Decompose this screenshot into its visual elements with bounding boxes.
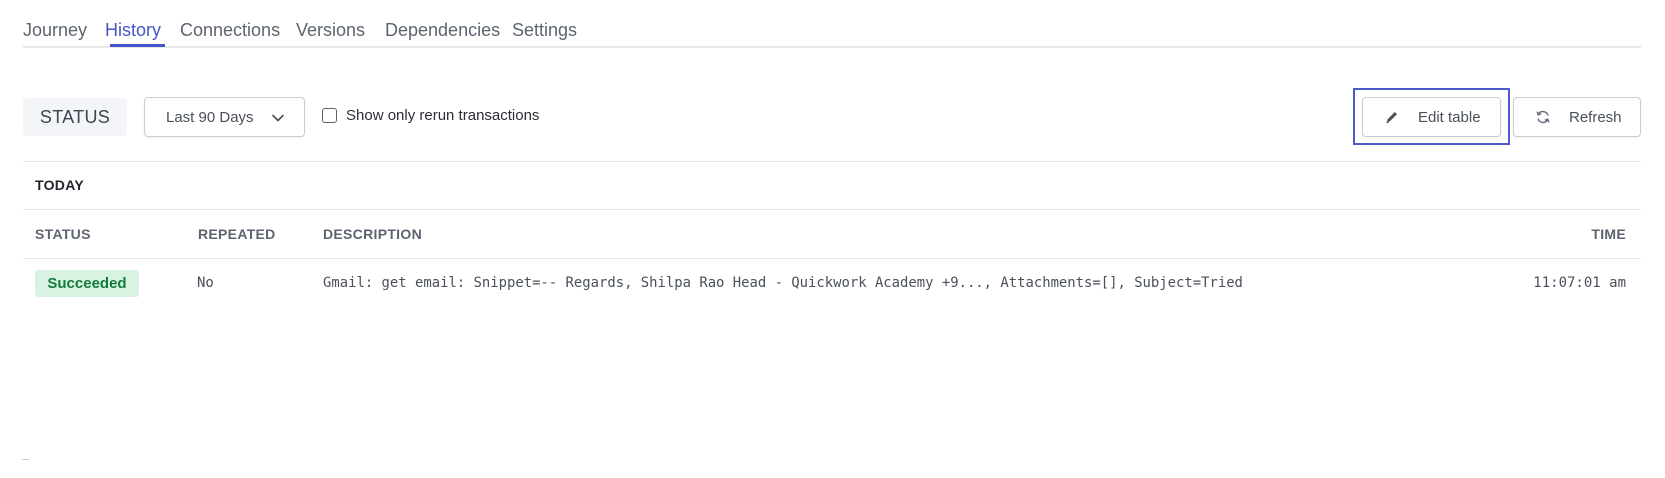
tab-connections[interactable]: Connections (180, 20, 280, 41)
refresh-button[interactable]: Refresh (1513, 97, 1641, 137)
rerun-checkbox[interactable] (322, 108, 337, 123)
group-heading: TODAY (35, 177, 84, 193)
time-cell: 11:07:01 am (1533, 275, 1626, 291)
divider (22, 459, 29, 460)
divider (23, 161, 1641, 162)
tab-dependencies[interactable]: Dependencies (385, 20, 500, 41)
divider (23, 209, 1641, 210)
active-tab-indicator (110, 44, 165, 47)
edit-table-button[interactable]: Edit table (1362, 97, 1501, 137)
chevron-down-icon (272, 111, 284, 123)
repeated-cell: No (197, 275, 214, 291)
description-cell: Gmail: get email: Snippet=-- Regards, Sh… (323, 275, 1243, 291)
date-range-dropdown[interactable]: Last 90 Days (144, 97, 305, 137)
tab-settings[interactable]: Settings (512, 20, 577, 41)
status-badge: Succeeded (35, 270, 139, 297)
column-header-status[interactable]: STATUS (35, 226, 91, 242)
refresh-label: Refresh (1569, 108, 1622, 126)
tab-bar: Journey History Connections Versions Dep… (23, 0, 1641, 48)
divider (23, 258, 1641, 259)
column-header-description[interactable]: DESCRIPTION (323, 226, 422, 242)
tab-history[interactable]: History (105, 20, 161, 41)
column-header-repeated[interactable]: REPEATED (198, 226, 276, 242)
column-header-time[interactable]: TIME (1591, 226, 1626, 242)
rerun-checkbox-label: Show only rerun transactions (346, 107, 540, 124)
tab-journey[interactable]: Journey (23, 20, 87, 41)
date-range-value: Last 90 Days (166, 108, 254, 126)
pencil-icon (1384, 109, 1400, 125)
rerun-filter[interactable]: Show only rerun transactions (322, 107, 539, 124)
edit-table-label: Edit table (1418, 108, 1481, 126)
refresh-icon (1535, 109, 1551, 125)
status-filter-chip[interactable]: STATUS (23, 98, 127, 136)
tab-versions[interactable]: Versions (296, 20, 365, 41)
